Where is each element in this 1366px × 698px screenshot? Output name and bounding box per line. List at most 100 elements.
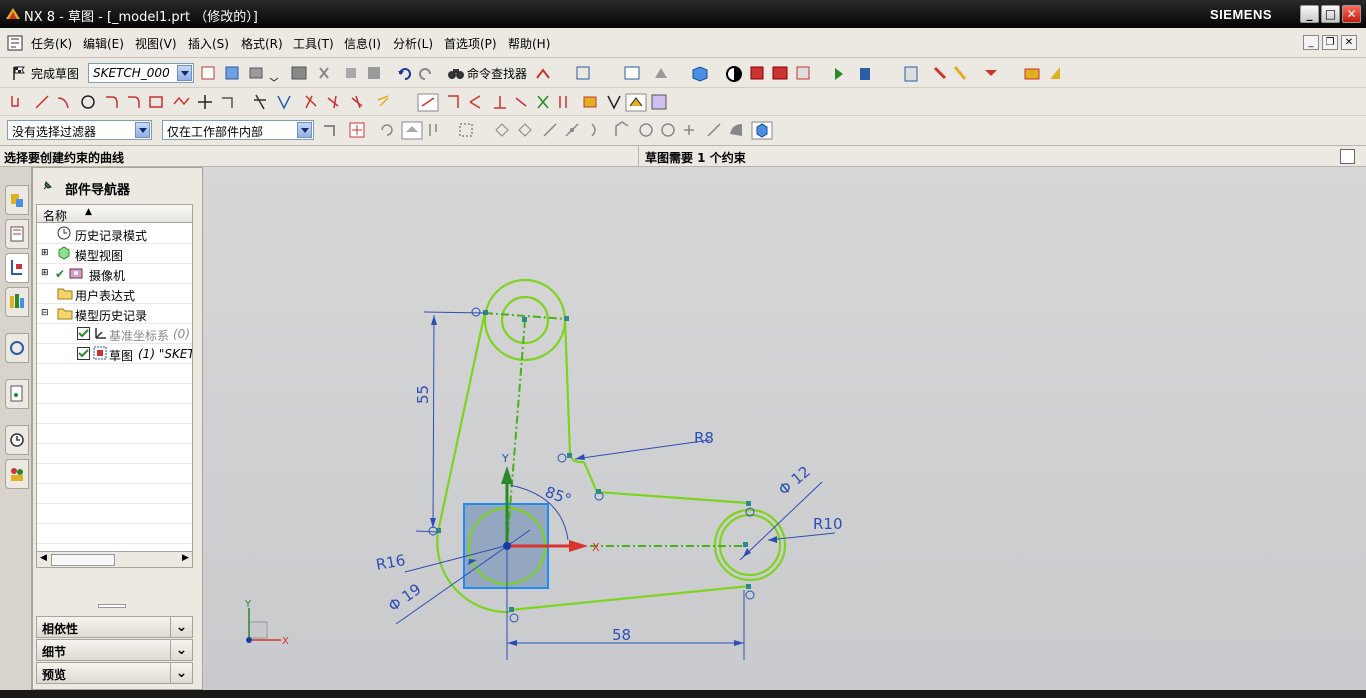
chevron-down-icon[interactable]: ⌄ <box>170 640 192 660</box>
expand-icon[interactable]: ⊞ <box>41 248 49 258</box>
tree-row-user-expressions[interactable]: 用户表达式 <box>37 284 192 304</box>
mdi-restore-button[interactable]: ❐ <box>1322 35 1338 50</box>
mdi-close-button[interactable]: ✕ <box>1341 35 1357 50</box>
dim-radius-r8[interactable]: R8 <box>694 429 714 447</box>
menu-format[interactable]: 格式(R) <box>241 35 283 52</box>
clock-icon <box>57 226 71 240</box>
column-name-label: 名称 <box>43 209 68 223</box>
checkbox-checked-icon[interactable] <box>77 347 90 360</box>
chevron-down-icon[interactable] <box>297 122 312 138</box>
dimension-arrowheads <box>430 315 777 646</box>
dim-horizontal-58[interactable]: 58 <box>612 626 631 644</box>
section-label: 预览 <box>42 668 67 682</box>
sketch-curve-icons[interactable] <box>8 92 688 112</box>
status-prompt: 选择要创建约束的曲线 <box>4 151 125 165</box>
tree-row-model-history[interactable]: ⊟ 模型历史记录 <box>37 304 192 324</box>
chevron-down-icon[interactable]: ⌄ <box>170 663 192 683</box>
scroll-right-icon[interactable]: ▶ <box>182 553 189 563</box>
selection-filter-select[interactable]: 没有选择过滤器 <box>7 120 152 140</box>
bottom-line[interactable] <box>509 584 751 612</box>
finish-flag-icon <box>13 66 25 80</box>
horizontal-scrollbar[interactable]: ◀ ▶ <box>37 551 192 567</box>
status-expand-icon[interactable] <box>1340 149 1355 164</box>
menu-analysis[interactable]: 分析(L) <box>393 35 433 52</box>
tree-row-model-views[interactable]: ⊞ 模型视图 <box>37 244 192 264</box>
dim-diameter-19[interactable]: Φ 19 <box>385 580 425 615</box>
open-folder-icon <box>57 308 73 320</box>
triad-y-label: Y <box>244 599 252 610</box>
tree-row-history-mode[interactable]: 历史记录模式 <box>37 224 192 244</box>
section-label: 细节 <box>42 645 67 659</box>
middle-line[interactable] <box>582 461 749 505</box>
binoculars-icon <box>448 69 464 79</box>
undo-redo-icons[interactable] <box>396 64 436 82</box>
collapse-icon[interactable]: ⊟ <box>41 308 49 318</box>
edit-tools-icons[interactable] <box>290 64 390 82</box>
maximize-button[interactable]: □ <box>1321 5 1340 23</box>
view-tools-icons[interactable] <box>535 64 1080 84</box>
expand-icon[interactable]: ⊞ <box>41 268 49 278</box>
document-tab[interactable] <box>5 379 29 409</box>
menu-task[interactable]: 任务(K) <box>31 35 72 52</box>
sketch-tools-icons[interactable] <box>200 64 290 82</box>
brand-label: SIEMENS <box>1210 7 1273 22</box>
splitter[interactable] <box>36 572 193 612</box>
section-details[interactable]: 细节 ⌄ <box>36 639 193 661</box>
pin-icon[interactable] <box>41 180 53 192</box>
menu-tools[interactable]: 工具(T) <box>293 35 334 52</box>
tree-row-label: 草图 <box>109 349 134 363</box>
snap-point-icons[interactable] <box>320 120 780 140</box>
constraint-navigator-tab[interactable] <box>5 219 29 249</box>
sort-ascending-icon: ▲ <box>85 207 92 217</box>
scrollbar-thumb[interactable] <box>51 554 115 566</box>
app-menu-icon[interactable] <box>7 35 23 51</box>
assembly-navigator-tab[interactable] <box>5 185 29 215</box>
chevron-down-icon[interactable] <box>177 65 192 81</box>
tree-row-label: 模型视图 <box>75 249 124 263</box>
dim-diameter-12[interactable]: Φ 12 <box>775 462 814 499</box>
view-triad: Y X <box>244 599 289 647</box>
tree-row-cameras[interactable]: ⊞ ✔ 摄像机 <box>37 264 192 284</box>
internet-explorer-tab[interactable] <box>5 333 29 363</box>
selection-scope-select[interactable]: 仅在工作部件内部 <box>162 120 314 140</box>
roles-tab[interactable] <box>5 459 29 489</box>
part-navigator-tab[interactable] <box>5 253 29 283</box>
dim-radius-r16[interactable]: R16 <box>375 551 407 574</box>
tree-row-sketch[interactable]: 草图 (1) "SKET <box>37 344 192 364</box>
checkbox-checked-icon[interactable] <box>77 327 90 340</box>
section-dependencies[interactable]: 相依性 ⌄ <box>36 616 193 638</box>
graphics-window[interactable]: 55 58 85° R8 R10 R16 Φ 12 Φ 19 Y X Y X <box>204 167 1366 690</box>
menu-insert[interactable]: 插入(S) <box>188 35 229 52</box>
scroll-left-icon[interactable]: ◀ <box>40 553 47 563</box>
dim-radius-r10[interactable]: R10 <box>813 515 843 533</box>
status-message: 草图需要 1 个约束 <box>645 151 746 165</box>
chevron-down-icon[interactable]: ⌄ <box>170 617 192 637</box>
history-tab[interactable] <box>5 425 29 455</box>
section-preview[interactable]: 预览 ⌄ <box>36 662 193 684</box>
sketch-name-select[interactable]: SKETCH_000 <box>88 63 194 83</box>
menu-edit[interactable]: 编辑(E) <box>83 35 124 52</box>
reuse-library-tab[interactable] <box>5 287 29 317</box>
selection-scope-value: 仅在工作部件内部 <box>167 125 264 139</box>
column-header[interactable]: 名称 ▲ <box>37 205 192 223</box>
tree-row-label: 历史记录模式 <box>75 229 148 243</box>
menu-info[interactable]: 信息(I) <box>344 35 381 52</box>
close-button[interactable]: ✕ <box>1342 5 1361 23</box>
navigator-title: 部件导航器 <box>65 183 131 198</box>
menu-help[interactable]: 帮助(H) <box>508 35 550 52</box>
csys-y-label: Y <box>501 452 509 465</box>
chevron-down-icon[interactable] <box>135 122 150 138</box>
finish-sketch-button[interactable]: 完成草图 <box>31 65 79 82</box>
menu-preferences[interactable]: 首选项(P) <box>444 35 497 52</box>
minimize-button[interactable]: _ <box>1300 5 1319 23</box>
tree-row-datum-csys[interactable]: 基准坐标系 (0) <box>37 324 192 344</box>
upper-vertical-line[interactable] <box>563 317 572 456</box>
mdi-minimize-button[interactable]: _ <box>1303 35 1319 50</box>
title-bar: NX 8 - 草图 - [_model1.prt （修改的）] SIEMENS … <box>0 0 1366 28</box>
command-finder-button[interactable]: 命令查找器 <box>467 65 527 82</box>
part-navigator: 部件导航器 名称 ▲ 历史记录模式 ⊞ 模型视图 ⊞ ✔ 摄像机 用户表达式 ⊟ <box>32 167 203 690</box>
sketch-canvas[interactable]: 55 58 85° R8 R10 R16 Φ 12 Φ 19 Y X Y X <box>204 167 1366 690</box>
dim-vertical-55[interactable]: 55 <box>414 385 432 404</box>
left-line[interactable] <box>436 311 487 533</box>
menu-view[interactable]: 视图(V) <box>135 35 177 52</box>
